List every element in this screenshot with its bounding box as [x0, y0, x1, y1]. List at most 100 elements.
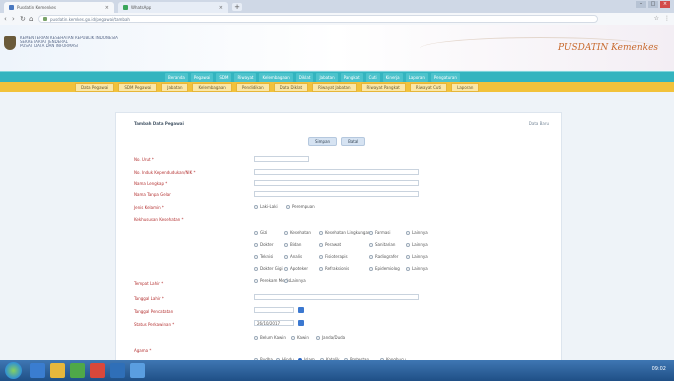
home-icon[interactable]: ⌂ [29, 15, 33, 23]
kekhususan-option[interactable]: Kesehatan [284, 230, 311, 235]
menu-item[interactable]: Pegawai [190, 73, 214, 82]
status-option[interactable]: Belum Kawin [254, 335, 286, 340]
ie-icon[interactable] [30, 363, 45, 378]
submenu-item[interactable]: Riwayat Cuti [409, 82, 448, 92]
window-close-button[interactable]: × [660, 1, 670, 8]
back-icon[interactable]: ‹ [4, 15, 7, 23]
kekhususan-option[interactable]: Radiografer [369, 254, 398, 259]
submenu-item[interactable]: Riwayat Jabatan [312, 82, 357, 92]
kekhususan-option-label: Lainnya [412, 266, 428, 271]
kekhususan-option[interactable]: Lainnya [406, 254, 428, 259]
kekhususan-option[interactable]: Fisioterapis [319, 254, 348, 259]
kekhususan-option[interactable]: Analis [284, 254, 302, 259]
kekhususan-option[interactable]: Sanitarian [369, 242, 395, 247]
menu-item[interactable]: SDM [216, 73, 232, 82]
radio-icon [284, 278, 288, 283]
kekhususan-option[interactable]: Teknisi [254, 254, 273, 259]
menu-item[interactable]: Riwayat [234, 73, 257, 82]
kekhususan-option[interactable]: Dokter [254, 242, 274, 247]
gender-option[interactable]: Perempuan [286, 204, 315, 209]
submenu-item[interactable]: Riwayat Pangkat [360, 82, 406, 92]
submenu-item[interactable]: Pendidikan [235, 82, 270, 92]
submenu-item[interactable]: Data Pegawai [75, 82, 115, 92]
tanggal-pencatatan-input[interactable]: 26/10/2017 [254, 320, 294, 326]
start-button[interactable] [5, 362, 22, 379]
status-option[interactable]: Janda/Duda [316, 335, 345, 340]
nama-input[interactable] [254, 180, 419, 186]
word-icon[interactable] [110, 363, 125, 378]
submenu-item[interactable]: Laporan [451, 82, 480, 92]
kekhususan-option[interactable]: Kesehatan Lingkungan [319, 230, 370, 235]
submenu-item[interactable]: Kelembagaan [192, 82, 232, 92]
submenu-item[interactable]: Jabatan [161, 82, 189, 92]
save-button[interactable]: Simpan [308, 137, 338, 146]
tempat-lahir-input[interactable] [254, 294, 419, 300]
forward-icon[interactable]: › [12, 15, 15, 23]
data-total: Data Baru [528, 121, 549, 126]
reset-button[interactable]: Batal [341, 137, 366, 146]
kekhususan-option[interactable]: Apoteker [284, 266, 308, 271]
kekhususan-option[interactable]: Lainnya [406, 230, 428, 235]
radio-icon [284, 266, 288, 271]
nik-input[interactable] [254, 169, 419, 175]
site-title-line: PUSAT DATA DAN INFORMASI [20, 44, 78, 48]
kekhususan-option[interactable]: Refraksionis [319, 266, 349, 271]
menu-item[interactable]: Beranda [165, 73, 188, 82]
calendar-icon[interactable] [298, 307, 304, 313]
status-option-label: Kawin [297, 335, 309, 340]
kekhususan-option[interactable]: Epidemiolog [369, 266, 400, 271]
kekhususan-option[interactable]: Dokter Gigi [254, 266, 283, 271]
submenu-item[interactable]: Data Diklat [273, 82, 309, 92]
menu-item[interactable]: Kinerja [382, 73, 403, 82]
menu-item[interactable]: Pengaturan [430, 73, 460, 82]
radio-icon [406, 254, 410, 259]
kekhususan-option[interactable]: Bidan [284, 242, 301, 247]
menu-icon[interactable]: ⋮ [664, 15, 670, 22]
field-label-nip: No. Urut * [134, 157, 154, 162]
browser-tab[interactable]: WhatsApp × [118, 2, 228, 13]
status-option[interactable]: Kawin [291, 335, 309, 340]
browser-tab-bar: Pusdatin Kemenkes × WhatsApp × + – □ × [0, 0, 674, 13]
menu-item[interactable]: Diklat [295, 73, 314, 82]
menu-item[interactable]: Jabatan [316, 73, 338, 82]
new-tab-button[interactable]: + [232, 3, 242, 11]
calendar-icon[interactable] [298, 320, 304, 326]
minimize-button[interactable]: – [636, 1, 646, 8]
chrome-icon[interactable] [90, 363, 105, 378]
clock: 09:02 [651, 366, 666, 372]
submenu-item[interactable]: SDM Pegawai [118, 82, 158, 92]
nip-input[interactable] [254, 156, 309, 162]
radio-icon [284, 242, 288, 247]
media-icon[interactable] [70, 363, 85, 378]
kekhususan-option[interactable]: Perawat [319, 242, 341, 247]
tab-label: Pusdatin Kemenkes [17, 5, 56, 10]
field-label-jenis-kelamin: Jenis Kelamin * [134, 205, 164, 210]
tanggal-lahir-input[interactable] [254, 307, 294, 313]
menu-item[interactable]: Laporan [405, 73, 428, 82]
maximize-button[interactable]: □ [648, 1, 658, 8]
menu-item[interactable]: Kelembagaan [259, 73, 293, 82]
gender-option-label: Laki-Laki [260, 204, 278, 209]
url-input[interactable]: pusdatin.kemkes.go.id/pegawai/tambah [38, 15, 598, 23]
kekhususan-option[interactable]: Lainnya [406, 266, 428, 271]
kekhususan-option[interactable]: Lainnya [284, 278, 306, 283]
close-icon[interactable]: × [219, 5, 223, 11]
reload-icon[interactable]: ↻ [20, 15, 26, 23]
gender-option[interactable]: Laki-Laki [254, 204, 278, 209]
app-icon[interactable] [130, 363, 145, 378]
window-controls: – □ × [636, 1, 670, 8]
nama-tanpa-gelar-input[interactable] [254, 191, 419, 197]
radio-icon [406, 242, 410, 247]
kekhususan-option[interactable]: Farmasi [369, 230, 391, 235]
browser-tab[interactable]: Pusdatin Kemenkes × [4, 2, 114, 13]
kekhususan-option[interactable]: Gizi [254, 230, 267, 235]
lock-icon [43, 17, 47, 21]
menu-item[interactable]: Cuti [365, 73, 380, 82]
star-icon[interactable]: ☆ [654, 15, 659, 22]
gender-option-label: Perempuan [292, 204, 315, 209]
menu-item[interactable]: Pangkat [340, 73, 363, 82]
folder-icon[interactable] [50, 363, 65, 378]
form-panel: Tambah Data Pegawai Data Baru Simpan Bat… [115, 112, 562, 362]
kekhususan-option[interactable]: Lainnya [406, 242, 428, 247]
close-icon[interactable]: × [105, 5, 109, 11]
